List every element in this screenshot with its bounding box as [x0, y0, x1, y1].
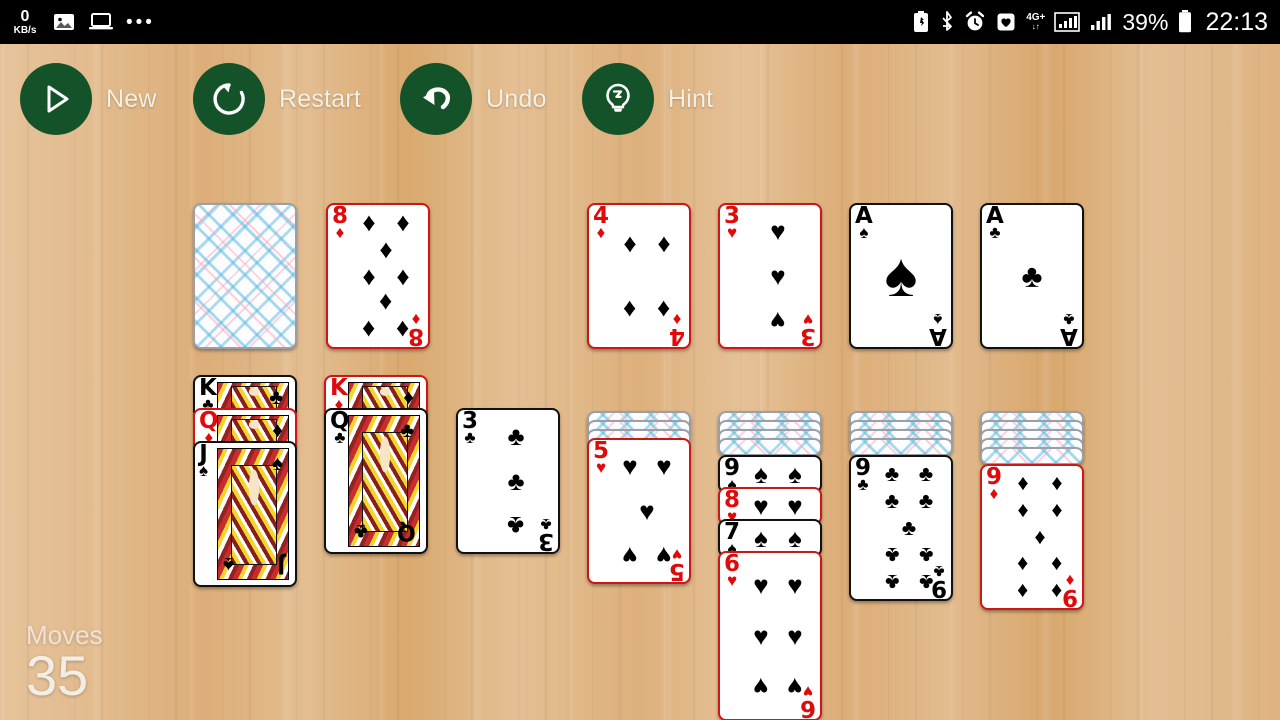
restart-icon: [193, 63, 265, 135]
face-card-art-jack-spades: ♠ ♠ J: [217, 448, 289, 580]
tableau-card-queen-clubs[interactable]: Q ♣ ♣ ♣ Q: [324, 408, 428, 554]
face-card-suit: ♣: [269, 386, 283, 409]
network-arrows-label: ↓↑: [1031, 22, 1040, 31]
laptop-icon: [88, 10, 114, 34]
foundation-card-3[interactable]: A ♠ A ♠ ♠: [849, 203, 953, 349]
card-suit: ♥: [726, 222, 738, 242]
moves-counter: Moves 35: [26, 620, 103, 706]
face-card-rank: J: [276, 552, 285, 577]
card-suit: ♦: [989, 483, 999, 503]
restart-label: Restart: [279, 84, 361, 113]
status-bar: 0 KB/s ••• 4G+ ↓↑ 39% 22:13: [0, 0, 1280, 44]
network-speed-indicator: 0 KB/s: [10, 7, 40, 36]
face-card-rank: Q: [397, 519, 416, 544]
card-suit: ♥: [726, 570, 738, 590]
tableau-facedown-card[interactable]: [980, 447, 1084, 465]
overflow-dots-icon: •••: [126, 11, 155, 33]
card-corner-top-left: 5 ♥: [593, 440, 609, 477]
tableau-card-nine-clubs[interactable]: 9 ♣ 9 ♣ ♣ ♣ ♣ ♣ ♣ ♣ ♣ ♣ ♣: [849, 455, 953, 601]
card-suit: ♣: [464, 427, 476, 447]
tableau-card-jack-spades[interactable]: J ♠ ♠ ♠ J: [193, 441, 297, 587]
network-speed-value: 0: [20, 7, 30, 25]
heart-health-icon: [995, 10, 1017, 34]
card-corner-top-left: 3 ♥: [724, 205, 740, 242]
signal-bars-icon-1: [1054, 10, 1081, 34]
card-pips-8: ♥ ♥: [753, 491, 803, 521]
hint-button[interactable]: Hint: [582, 62, 713, 136]
undo-label: Undo: [486, 84, 547, 113]
face-card-suit: ♣: [354, 520, 368, 543]
waste-card[interactable]: 8 ♦ 8 ♦ ♦ ♦ ♦ ♦ ♦ ♦ ♦ ♦: [326, 203, 430, 349]
foundation-card-2[interactable]: 3 ♥ 3 ♥ ♥ ♥ ♥: [718, 203, 822, 349]
face-card-suit: ♠: [271, 452, 283, 475]
foundation-card-1[interactable]: 4 ♦ 4 ♦ ♦ ♦ ♦ ♦: [587, 203, 691, 349]
battery-saver-icon: [912, 10, 930, 34]
status-bar-right: 4G+ ↓↑ 39% 22:13: [912, 0, 1268, 44]
card-pips-1: ♠: [884, 241, 918, 310]
network-speed-unit: KB/s: [13, 24, 37, 36]
card-pips-7: ♠ ♠: [754, 523, 802, 553]
card-corner-top-left: J ♠: [199, 443, 209, 480]
solitaire-app: 0 KB/s ••• 4G+ ↓↑ 39% 22:13 New Restart …: [0, 0, 1280, 720]
clock-time-label: 22:13: [1205, 7, 1268, 36]
card-corner-top-left: Q ♣: [330, 410, 350, 447]
play-icon: [20, 63, 92, 135]
undo-button[interactable]: Undo: [400, 62, 547, 136]
face-card-art-queen-clubs: ♣ ♣ Q: [348, 415, 420, 547]
card-pips-9: ♣ ♣ ♣ ♣ ♣ ♣ ♣ ♣ ♣: [884, 460, 934, 596]
lightbulb-icon: [582, 63, 654, 135]
tableau-card-nine-diamonds[interactable]: 9 ♦ 9 ♦ ♦ ♦ ♦ ♦ ♦ ♦ ♦ ♦ ♦: [980, 464, 1084, 610]
game-board: New Restart Undo Hint 8 ♦ 8 ♦ ♦ ♦ ♦ ♦ ♦ …: [0, 44, 1280, 720]
card-pips-1: ♣: [1021, 258, 1043, 294]
battery-icon: [1177, 9, 1193, 35]
tableau-facedown-card[interactable]: [849, 438, 953, 456]
battery-percent-label: 39%: [1122, 8, 1169, 35]
card-pips-3: ♣ ♣ ♣: [507, 421, 525, 541]
card-corner-top-left: 3 ♣: [462, 410, 478, 447]
card-pips-6: ♥ ♥ ♥ ♥ ♥ ♥: [753, 569, 803, 703]
card-pips-8: ♦ ♦ ♦ ♦ ♦ ♦ ♦ ♦: [362, 207, 410, 345]
card-corner-top-left: 4 ♦: [593, 205, 609, 242]
game-toolbar: New Restart Undo Hint: [0, 62, 1280, 142]
card-corner-top-left: 9 ♦: [986, 466, 1002, 503]
tableau-card-six-hearts[interactable]: 6 ♥ 6 ♥ ♥ ♥ ♥ ♥ ♥ ♥: [718, 551, 822, 720]
face-card-suit: ♠: [223, 553, 235, 576]
alarm-icon: [964, 10, 986, 34]
card-suit: ♣: [334, 427, 346, 447]
bluetooth-icon: [939, 10, 955, 34]
card-pips-9: ♦ ♦ ♦ ♦ ♦ ♦ ♦ ♦ ♦: [1017, 469, 1063, 605]
card-pips-3: ♥ ♥ ♥: [770, 216, 786, 336]
undo-icon: [400, 63, 472, 135]
card-corner-top-left: 8 ♦: [332, 205, 348, 242]
foundation-card-4[interactable]: A ♣ A ♣ ♣: [980, 203, 1084, 349]
card-suit: ♥: [595, 457, 607, 477]
signal-bars-icon-2: [1089, 10, 1113, 34]
tableau-card-five-hearts[interactable]: 5 ♥ 5 ♥ ♥ ♥ ♥ ♥ ♥: [587, 438, 691, 584]
hint-label: Hint: [668, 84, 714, 113]
image-icon: [52, 10, 76, 34]
new-game-button[interactable]: New: [20, 62, 157, 136]
status-bar-left: 0 KB/s •••: [10, 0, 155, 44]
card-pips-4: ♦ ♦ ♦ ♦: [623, 227, 671, 325]
stock-card-back[interactable]: [193, 203, 297, 349]
restart-button[interactable]: Restart: [193, 62, 361, 136]
mobile-data-4gplus-icon: 4G+ ↓↑: [1026, 13, 1045, 31]
card-pips-9: ♠ ♠: [754, 459, 802, 489]
face-card-suit: ♦: [403, 386, 414, 409]
card-pips-5: ♥ ♥ ♥ ♥ ♥: [622, 451, 672, 571]
new-game-label: New: [106, 84, 157, 113]
face-card-suit: ♦: [272, 419, 283, 442]
card-suit: ♦: [596, 222, 606, 242]
face-card-suit: ♣: [400, 419, 414, 442]
card-suit: ♠: [199, 460, 209, 480]
moves-count: 35: [26, 644, 89, 708]
card-corner-top-left: 9 ♣: [855, 457, 871, 494]
moves-label: Moves: [26, 620, 103, 651]
card-suit: ♣: [857, 474, 869, 494]
tableau-facedown-card[interactable]: [718, 438, 822, 456]
card-suit: ♦: [335, 222, 345, 242]
tableau-card-three-clubs[interactable]: 3 ♣ 3 ♣ ♣ ♣ ♣: [456, 408, 560, 554]
card-corner-top-left: 6 ♥: [724, 553, 740, 590]
